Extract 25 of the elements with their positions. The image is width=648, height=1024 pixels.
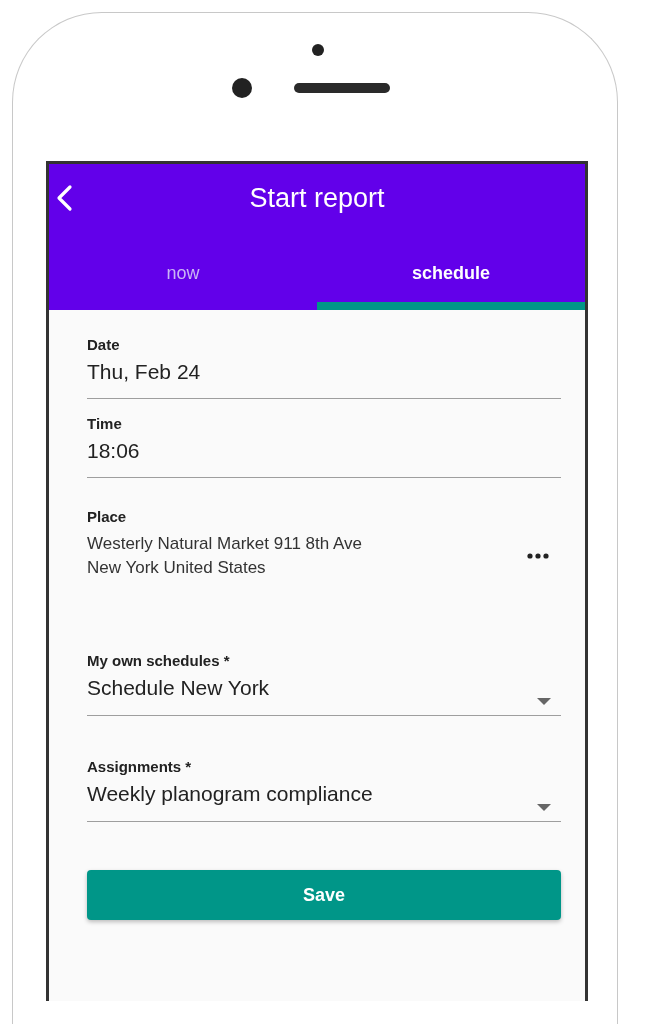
dropdown-field[interactable]: My own schedules * Schedule New York xyxy=(87,652,561,716)
input-field[interactable]: Time 18:06 xyxy=(87,415,561,478)
field-label: Date xyxy=(87,336,121,353)
screen-title: Start report xyxy=(249,182,385,214)
front-camera-icon xyxy=(232,78,252,98)
field-label: Assignments * xyxy=(87,758,193,775)
field-label: My own schedules * xyxy=(87,652,231,669)
field-label: Place xyxy=(87,508,128,525)
input-field[interactable]: Date Thu, Feb 24 xyxy=(87,336,561,399)
field-value: 18:06 xyxy=(87,439,140,463)
dropdown-field[interactable]: Assignments * Weekly planogram compliance xyxy=(87,758,561,822)
caret-down-icon xyxy=(537,804,551,811)
place-field[interactable]: Place Westerly Natural Market 911 8th Ave New York United States xyxy=(87,508,561,580)
more-dots-icon xyxy=(527,553,549,559)
tab[interactable]: now xyxy=(49,232,317,310)
tab[interactable]: schedule xyxy=(317,232,585,310)
field-value: Schedule New York xyxy=(87,676,270,700)
field-value: Weekly planogram compliance xyxy=(87,782,373,806)
save-button[interactable]: Save xyxy=(87,870,561,920)
caret-down-icon xyxy=(537,698,551,705)
field-value: Thu, Feb 24 xyxy=(87,360,201,384)
field-label: Time xyxy=(87,415,123,432)
chevron-left-icon xyxy=(55,184,73,212)
camera-icon xyxy=(312,44,324,56)
field-value: Westerly Natural Market 911 8th Ave New York United States xyxy=(87,533,362,579)
